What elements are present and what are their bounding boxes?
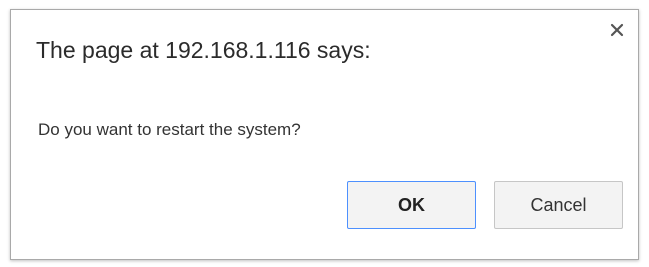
dialog-message: Do you want to restart the system? <box>38 120 301 139</box>
close-icon[interactable] <box>608 21 626 39</box>
dialog-title: The page at 192.168.1.116 says: <box>36 37 371 63</box>
alert-dialog: The page at 192.168.1.116 says: Do you w… <box>10 9 639 260</box>
cancel-button[interactable]: Cancel <box>494 181 623 229</box>
ok-button[interactable]: OK <box>347 181 476 229</box>
